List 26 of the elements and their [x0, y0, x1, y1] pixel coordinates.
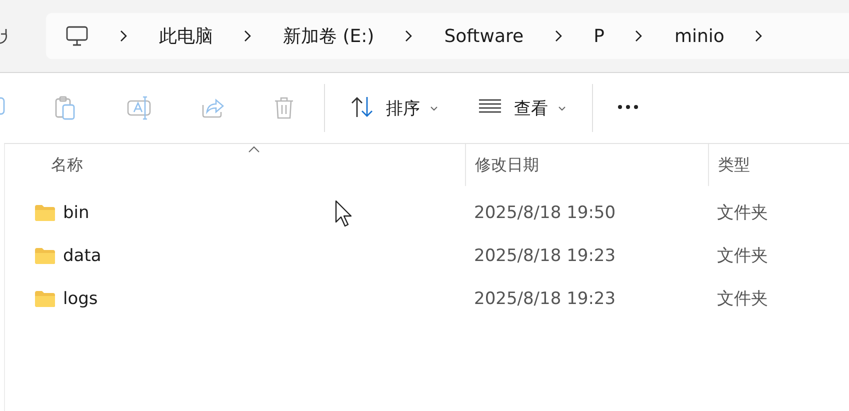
file-name[interactable]: data [63, 246, 102, 266]
table-cell-text: 文件夹 [717, 202, 768, 224]
table-cell-text: 文件夹 [717, 245, 768, 267]
view-button[interactable]: 查看 [478, 95, 566, 121]
column-header[interactable]: 名称 [51, 154, 83, 176]
table-cell: 2025/8/18 19:50 [474, 202, 616, 222]
computer-icon [65, 25, 89, 47]
column-header[interactable]: 修改日期 [475, 154, 539, 176]
caret-icon [558, 106, 566, 112]
column-header[interactable]: 类型 [718, 154, 750, 176]
table-cell: 2025/8/18 19:23 [474, 246, 616, 266]
folder-icon [34, 204, 56, 222]
address-bar[interactable]: 此电脑 新加卷 (E:) Software P minio [46, 13, 849, 59]
sort-button[interactable]: 排序 [350, 95, 438, 121]
folder-icon [34, 246, 56, 264]
file-name[interactable]: logs [63, 288, 98, 308]
breadcrumb[interactable]: 此电脑 [159, 24, 213, 48]
breadcrumb[interactable]: 新加卷 (E:) [283, 24, 374, 48]
breadcrumb[interactable]: Software [444, 26, 524, 46]
breadcrumb[interactable]: P [594, 26, 604, 46]
table-cell-text: 文件夹 [717, 288, 768, 310]
table-cell: 2025/8/18 19:23 [474, 288, 616, 308]
caret-icon [430, 106, 438, 112]
file-name[interactable]: bin [63, 202, 90, 222]
breadcrumb[interactable]: minio [674, 26, 724, 46]
folder-icon [34, 290, 56, 308]
